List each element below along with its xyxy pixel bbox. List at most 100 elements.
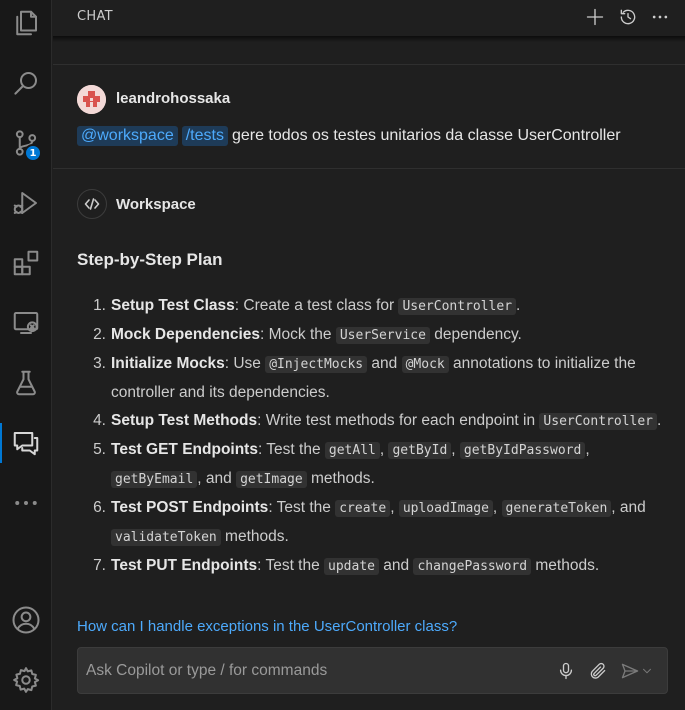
history-icon[interactable] <box>615 4 641 30</box>
new-chat-icon[interactable] <box>582 4 608 30</box>
step-text: . <box>657 412 662 429</box>
plan-step: 1. Setup Test Class: Create a test class … <box>77 292 667 321</box>
step-text: : Write test methods for each endpoint i… <box>257 412 540 429</box>
inline-code: update <box>324 558 379 575</box>
plan-step: 6. Test POST Endpoints: Test the create, … <box>77 494 667 552</box>
step-body: Initialize Mocks: Use @InjectMocks and @… <box>111 350 667 407</box>
search-icon[interactable] <box>6 63 46 103</box>
step-title: Setup Test Class <box>111 297 235 314</box>
inline-code: generateToken <box>501 500 612 517</box>
attach-icon[interactable] <box>587 660 609 682</box>
step-number: 7. <box>93 557 106 574</box>
divider <box>53 168 685 169</box>
agent-name: Workspace <box>116 196 196 213</box>
inline-code: @InjectMocks <box>265 356 368 373</box>
step-text: and <box>367 355 402 372</box>
account-icon[interactable] <box>6 600 46 640</box>
step-title: Setup Test Methods <box>111 412 258 429</box>
microphone-icon[interactable] <box>555 660 577 682</box>
step-number: 4. <box>93 412 106 429</box>
plan-step: 7. Test PUT Endpoints: Test the update an… <box>77 552 667 581</box>
explorer-icon[interactable] <box>6 3 46 43</box>
testing-icon[interactable] <box>6 363 46 403</box>
step-text: : Create a test class for <box>234 297 399 314</box>
more-actions-icon[interactable] <box>647 4 673 30</box>
inline-code: getImage <box>236 471 307 488</box>
step-text: : Test the <box>268 499 336 516</box>
user-request: @workspace /tests gere todos os testes u… <box>77 126 621 146</box>
step-number: 6. <box>93 499 106 516</box>
chat-header: CHAT <box>53 0 685 36</box>
inline-code: getByIdPassword <box>459 442 586 459</box>
inline-code: UserController <box>539 413 657 430</box>
step-text: methods. <box>306 470 375 487</box>
inline-code: @Mock <box>401 356 449 373</box>
chevron-down-icon[interactable] <box>639 660 655 682</box>
step-number: 3. <box>93 355 106 372</box>
step-text: , and <box>611 499 646 516</box>
step-text: methods. <box>220 528 289 545</box>
inline-code: UserController <box>398 298 517 315</box>
step-text: , <box>451 441 460 458</box>
inline-code: getAll <box>324 442 380 459</box>
step-text: dependency. <box>429 326 522 343</box>
remote-explorer-icon[interactable] <box>6 303 46 343</box>
plan-title: Step-by-Step Plan <box>77 250 223 269</box>
workspace-agent-icon <box>77 189 107 219</box>
inline-code: uploadImage <box>398 500 493 517</box>
step-text: : Test the <box>257 557 325 574</box>
run-debug-icon[interactable] <box>6 183 46 223</box>
workspace-chip[interactable]: @workspace <box>77 126 178 146</box>
divider <box>53 64 685 65</box>
suggested-followup[interactable]: How can I handle exceptions in the UserC… <box>77 618 457 635</box>
step-number: 2. <box>93 326 106 343</box>
step-body: Mock Dependencies: Mock the UserService … <box>111 321 667 350</box>
step-text: . <box>516 297 521 314</box>
step-number: 5. <box>93 441 106 458</box>
chat-input[interactable] <box>86 660 536 682</box>
active-indicator <box>0 423 2 463</box>
plan-step: 5. Test GET Endpoints: Test the getAll, g… <box>77 436 667 494</box>
step-text: : Mock the <box>260 326 336 343</box>
panel-title: CHAT <box>77 9 113 24</box>
step-title: Initialize Mocks <box>111 355 225 372</box>
chat-icon[interactable] <box>6 423 46 463</box>
step-text: , and <box>197 470 237 487</box>
step-text: , <box>585 441 590 458</box>
step-body: Test POST Endpoints: Test the create, up… <box>111 494 667 552</box>
step-text: : Use <box>224 355 266 372</box>
step-title: Test PUT Endpoints <box>111 557 258 574</box>
inline-code: getByEmail <box>111 471 198 488</box>
scroll-fade <box>53 582 685 602</box>
plan-steps: 1. Setup Test Class: Create a test class … <box>77 292 667 600</box>
username: leandrohossaka <box>116 90 231 107</box>
activity-bar: 1 <box>0 0 52 710</box>
send-icon[interactable] <box>619 660 641 682</box>
step-text: , <box>492 499 502 516</box>
step-text: and <box>379 557 414 574</box>
request-text: gere todos os testes unitarios da classe… <box>231 127 621 144</box>
tests-command-chip[interactable]: /tests <box>181 126 228 146</box>
step-body: Setup Test Class: Create a test class fo… <box>111 292 667 321</box>
plan-step: 2. Mock Dependencies: Mock the UserServic… <box>77 321 667 350</box>
inline-code: getById <box>388 442 452 459</box>
step-text: : Test the <box>257 441 325 458</box>
inline-code: create <box>335 500 391 517</box>
step-body: Test GET Endpoints: Test the getAll, get… <box>111 436 667 494</box>
source-control-badge: 1 <box>24 144 42 162</box>
plan-step: 3. Initialize Mocks: Use @InjectMocks and… <box>77 350 667 407</box>
extensions-icon[interactable] <box>6 243 46 283</box>
header-shadow <box>53 36 685 42</box>
more-icon[interactable] <box>6 483 46 523</box>
chat-input-box[interactable] <box>77 647 668 694</box>
inline-code: UserService <box>335 327 430 344</box>
step-title: Test GET Endpoints <box>111 441 258 458</box>
step-title: Test POST Endpoints <box>111 499 269 516</box>
step-body: Setup Test Methods: Write test methods f… <box>111 407 667 436</box>
settings-gear-icon[interactable] <box>6 660 46 700</box>
plan-step: 4. Setup Test Methods: Write test methods… <box>77 407 667 436</box>
step-title: Mock Dependencies <box>111 326 261 343</box>
step-number: 1. <box>93 297 106 314</box>
inline-code: validateToken <box>111 529 221 546</box>
step-text: methods. <box>531 557 600 574</box>
